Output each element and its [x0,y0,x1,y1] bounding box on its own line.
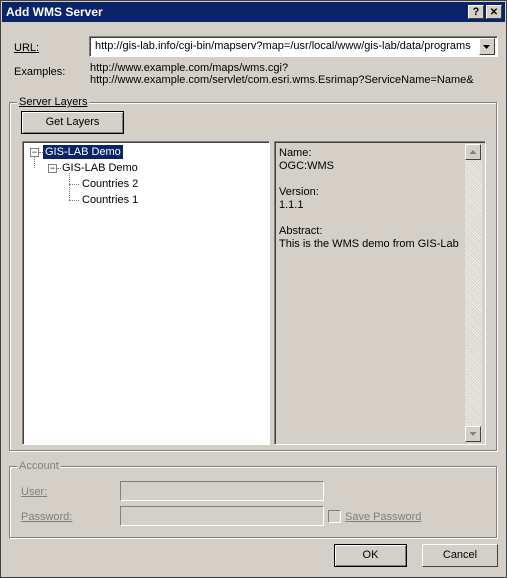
tree-node-root[interactable]: GIS-LAB Demo [43,145,123,159]
info-line: Version: [279,186,319,198]
password-label: Password: [21,511,72,523]
cancel-label: Cancel [442,549,478,561]
server-layers-legend: Server Layers [17,96,90,108]
cancel-button[interactable]: Cancel [422,544,498,567]
info-line: Name: [279,147,312,159]
user-field[interactable] [120,481,324,501]
url-label: URL: [14,42,39,54]
user-label-text: User: [21,486,48,498]
save-password-label-text: Save Password [345,511,422,523]
example-url-1: http://www.example.com/maps/wms.cgi? [90,62,289,74]
url-combobox[interactable]: http://gis-lab.info/cgi-bin/mapserv?map=… [89,36,498,57]
info-line: This is the WMS demo from GIS-Lab [279,238,459,250]
url-label-text: URL: [14,42,40,54]
tree-node-child[interactable]: GIS-LAB Demo [62,162,138,174]
get-layers-label: Get Layers [45,116,100,128]
scroll-up-button[interactable] [465,144,481,160]
close-icon: ✕ [489,7,499,18]
scroll-down-button[interactable] [465,426,481,442]
examples-label: Examples: [14,66,66,78]
url-dropdown-button[interactable] [479,38,495,55]
account-group [9,466,497,538]
account-legend: Account [17,460,61,472]
minus-box-icon[interactable]: − [48,164,57,173]
arrow-up-icon [469,150,477,154]
tree-node-leaf[interactable]: Countries 2 [82,178,138,190]
url-input[interactable]: http://gis-lab.info/cgi-bin/mapserv?map=… [95,40,478,52]
ok-label: OK [362,549,379,561]
save-password-checkbox[interactable] [328,510,341,523]
server-layers-legend-text: Server Layers [19,96,88,108]
window-title: Add WMS Server [6,5,103,19]
password-field[interactable] [120,506,324,526]
layer-info-panel: Name: OGC:WMS Version: 1.1.1 Abstract: T… [274,141,486,445]
save-password-label[interactable]: Save Password [345,511,421,523]
close-button[interactable]: ✕ [486,5,502,19]
ok-button[interactable]: OK [334,544,407,567]
info-line: 1.1.1 [279,199,304,211]
tree-node-leaf[interactable]: Countries 1 [82,194,138,206]
add-wms-server-dialog: Add WMS Server ? ✕ URL: http://gis-lab.i… [0,0,507,578]
info-line: Abstract: [279,225,323,237]
title-bar[interactable]: Add WMS Server ? ✕ [2,2,505,22]
help-button[interactable]: ? [468,5,484,19]
help-icon: ? [472,6,480,18]
chevron-down-icon [483,45,490,49]
layers-tree[interactable]: − GIS-LAB Demo − GIS-LAB Demo Countries … [22,141,270,445]
minus-box-icon[interactable]: − [30,148,39,157]
info-line: OGC:WMS [279,160,334,172]
example-url-2: http://www.example.com/servlet/com.esri.… [90,74,474,86]
get-layers-button[interactable]: Get Layers [21,111,124,134]
user-label: User: [21,486,47,498]
arrow-down-icon [469,432,477,436]
password-label-text: Password: [21,511,73,523]
info-scrollbar[interactable] [465,144,482,442]
